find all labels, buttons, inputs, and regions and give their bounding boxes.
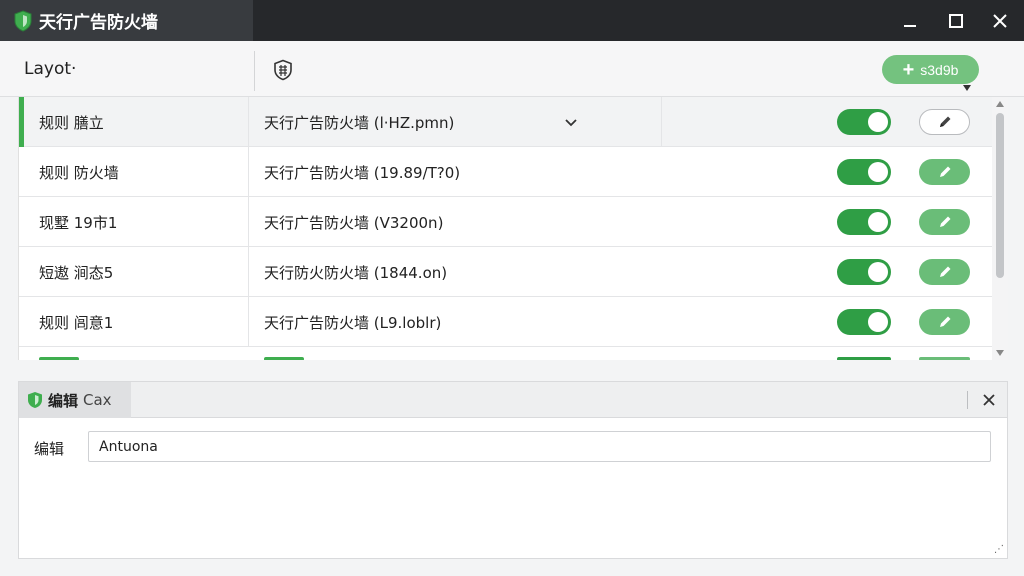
chevron-down-icon[interactable] bbox=[564, 115, 578, 129]
edit-rule-button[interactable] bbox=[919, 209, 970, 235]
rules-list: 规则 膳立 天行广告防火墙 (l·HZ.pmn) 规则 防火墙 天行广告防火墙 … bbox=[18, 97, 992, 360]
add-rule-button-label: s3d9b bbox=[920, 61, 959, 78]
partial-mark bbox=[837, 357, 891, 360]
toggle-knob bbox=[868, 162, 888, 182]
rule-description: 天行防火防火墙 (1844.on) bbox=[264, 264, 448, 282]
scroll-down-icon[interactable] bbox=[996, 350, 1004, 356]
column-divider bbox=[248, 97, 249, 147]
rule-enabled-toggle[interactable] bbox=[837, 209, 891, 235]
edit-rule-button[interactable] bbox=[919, 159, 970, 185]
edit-pane: 编辑 Cax 编辑 ⋰ bbox=[18, 381, 1008, 559]
shield-icon bbox=[28, 392, 42, 408]
maximize-icon bbox=[949, 14, 963, 28]
edit-field-input[interactable] bbox=[88, 431, 991, 462]
toggle-knob bbox=[868, 212, 888, 232]
pencil-icon bbox=[939, 216, 950, 227]
tab-label: 编辑 bbox=[48, 391, 79, 410]
toolbar-divider bbox=[254, 51, 255, 91]
scroll-thumb[interactable] bbox=[996, 113, 1004, 278]
rule-name: 现墅 19市1 bbox=[39, 214, 118, 232]
close-icon bbox=[993, 14, 1007, 28]
rule-row-partial bbox=[19, 357, 992, 360]
close-icon bbox=[983, 394, 995, 406]
rules-scrollbar[interactable] bbox=[992, 97, 1008, 360]
scroll-up-icon[interactable] bbox=[996, 101, 1004, 107]
rule-name: 规则 闾意1 bbox=[39, 314, 114, 332]
rule-name: 规则 防火墙 bbox=[39, 164, 119, 182]
edit-field-label: 编辑 bbox=[34, 440, 65, 458]
column-divider bbox=[248, 147, 249, 197]
rule-enabled-toggle[interactable] bbox=[837, 259, 891, 285]
plus-icon: + bbox=[902, 58, 915, 81]
selection-indicator bbox=[19, 97, 24, 147]
column-divider bbox=[248, 297, 249, 347]
minimize-icon bbox=[904, 25, 916, 27]
rule-description: 天行广告防火墙 (l·HZ.pmn) bbox=[264, 114, 455, 132]
add-dropdown-caret-icon[interactable] bbox=[963, 85, 971, 91]
shield-grid-icon[interactable] bbox=[272, 59, 294, 81]
shield-logo-icon bbox=[14, 9, 32, 32]
toggle-knob bbox=[868, 262, 888, 282]
rule-description: 天行广告防火墙 (19.89/T?0) bbox=[264, 164, 461, 182]
partial-mark bbox=[264, 357, 304, 360]
rule-row[interactable]: 规则 膳立 天行广告防火墙 (l·HZ.pmn) bbox=[19, 97, 992, 147]
rule-enabled-toggle[interactable] bbox=[837, 309, 891, 335]
column-divider bbox=[661, 97, 662, 147]
tab-edit[interactable]: 编辑 Cax bbox=[19, 382, 131, 418]
rule-enabled-toggle[interactable] bbox=[837, 109, 891, 135]
rule-description: 天行广告防火墙 (L9.loblr) bbox=[264, 314, 442, 332]
column-divider bbox=[248, 197, 249, 247]
toggle-knob bbox=[868, 112, 888, 132]
edit-rule-button[interactable] bbox=[919, 309, 970, 335]
edit-rule-button[interactable] bbox=[919, 259, 970, 285]
toolbar: Layot· + s3d9b bbox=[0, 41, 1024, 97]
partial-mark bbox=[919, 357, 970, 360]
minimize-button[interactable] bbox=[896, 7, 924, 35]
rule-row[interactable]: 规则 闾意1 天行广告防火墙 (L9.loblr) bbox=[19, 297, 992, 347]
header-divider bbox=[967, 391, 968, 409]
edit-pane-close-button[interactable] bbox=[979, 390, 999, 410]
pencil-icon bbox=[939, 316, 950, 327]
close-button[interactable] bbox=[986, 7, 1014, 35]
rule-name: 规则 膳立 bbox=[39, 114, 104, 132]
pencil-icon bbox=[939, 166, 950, 177]
column-divider bbox=[248, 247, 249, 297]
rule-description: 天行广告防火墙 (V3200n) bbox=[264, 214, 444, 232]
toggle-knob bbox=[868, 312, 888, 332]
app-title: 天行广告防火墙 bbox=[39, 13, 158, 33]
app-window: 天行广告防火墙 Layot· + s3d9b 规则 膳立 天行广告防火墙 (l·… bbox=[0, 0, 1024, 576]
pencil-icon bbox=[939, 116, 950, 127]
rule-name: 短遨 涧态5 bbox=[39, 264, 114, 282]
tab-sublabel: Cax bbox=[83, 391, 112, 409]
edit-pane-header: 编辑 Cax bbox=[19, 382, 1007, 418]
rule-row[interactable]: 现墅 19市1 天行广告防火墙 (V3200n) bbox=[19, 197, 992, 247]
rule-enabled-toggle[interactable] bbox=[837, 159, 891, 185]
edit-rule-button[interactable] bbox=[919, 109, 970, 135]
add-rule-button[interactable]: + s3d9b bbox=[882, 55, 979, 84]
resize-grip-icon[interactable]: ⋰ bbox=[993, 544, 1005, 556]
partial-mark bbox=[39, 357, 79, 360]
pencil-icon bbox=[939, 266, 950, 277]
rule-row[interactable]: 短遨 涧态5 天行防火防火墙 (1844.on) bbox=[19, 247, 992, 297]
app-title-tab: 天行广告防火墙 bbox=[0, 0, 253, 41]
title-bar: 天行广告防火墙 bbox=[0, 0, 1024, 41]
layout-label: Layot· bbox=[24, 59, 77, 79]
maximize-button[interactable] bbox=[942, 7, 970, 35]
rule-row[interactable]: 规则 防火墙 天行广告防火墙 (19.89/T?0) bbox=[19, 147, 992, 197]
